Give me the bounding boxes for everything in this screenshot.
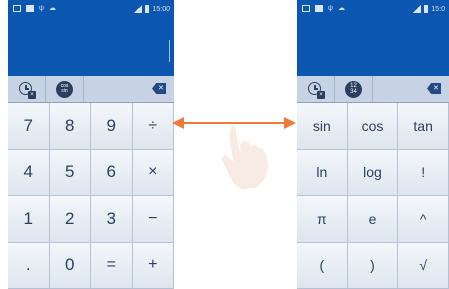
basic-mode-button[interactable]: 12 34	[335, 76, 373, 102]
key-1[interactable]: 1	[8, 196, 50, 243]
notification-icons: ψ ☁	[302, 5, 345, 12]
status-right: 15:0	[413, 5, 445, 13]
mode-icon-label-bottom: sin	[61, 88, 68, 94]
key-close-paren[interactable]: )	[347, 242, 399, 289]
key-decimal[interactable]: .	[8, 242, 50, 289]
key-0[interactable]: 0	[49, 242, 91, 289]
backspace-button[interactable]	[427, 83, 441, 94]
usb-icon: ψ	[39, 5, 44, 12]
key-e[interactable]: e	[347, 196, 399, 243]
backspace-button[interactable]	[152, 83, 166, 94]
left-calculator-screen: ψ ☁ 15:00 × cos sin 7 8 9 ÷	[8, 0, 174, 289]
key-multiply[interactable]: ×	[132, 149, 174, 196]
key-2[interactable]: 2	[49, 196, 91, 243]
key-divide[interactable]: ÷	[132, 103, 174, 150]
key-minus[interactable]: −	[132, 196, 174, 243]
calculator-display[interactable]	[8, 20, 174, 76]
status-bar: ψ ☁ 15:0	[297, 0, 449, 20]
key-9[interactable]: 9	[91, 103, 133, 150]
history-button[interactable]: ×	[8, 76, 46, 102]
key-factorial[interactable]: !	[398, 149, 449, 196]
key-8[interactable]: 8	[49, 103, 91, 150]
calculator-toolbar: × cos sin	[8, 76, 174, 103]
key-plus[interactable]: +	[132, 242, 174, 289]
key-power[interactable]: ^	[398, 196, 449, 243]
key-tan[interactable]: tan	[398, 103, 449, 150]
swipe-hand-icon	[221, 124, 269, 190]
signal-icon	[413, 5, 422, 13]
basic-keypad: 7 8 9 ÷ 4 5 6 × 1 2 3 − . 0 = +	[8, 103, 174, 289]
calculator-toolbar: × 12 34	[297, 76, 449, 103]
key-cos[interactable]: cos	[347, 103, 399, 150]
key-sqrt[interactable]: √	[398, 242, 449, 289]
status-bar: ψ ☁ 15:00	[8, 0, 174, 20]
key-4[interactable]: 4	[8, 149, 50, 196]
cloud-icon: ☁	[338, 5, 345, 12]
history-button[interactable]: ×	[297, 76, 335, 102]
key-equals[interactable]: =	[91, 242, 133, 289]
advanced-functions-icon: cos sin	[56, 80, 73, 98]
notification-icon	[302, 5, 310, 12]
text-cursor	[169, 40, 170, 62]
status-time: 15:0	[431, 5, 445, 13]
advanced-mode-button[interactable]: cos sin	[46, 76, 84, 102]
notification-icon	[13, 5, 21, 12]
key-ln[interactable]: ln	[297, 149, 348, 196]
history-clear-icon: ×	[308, 81, 325, 99]
key-6[interactable]: 6	[91, 149, 133, 196]
status-time: 15:00	[152, 5, 170, 13]
battery-icon	[145, 5, 150, 13]
advanced-keypad: sin cos tan ln log ! π e ^ ( ) √	[297, 103, 449, 289]
signal-icon	[134, 5, 143, 13]
notification-icon	[315, 5, 323, 12]
usb-icon: ψ	[328, 5, 333, 12]
key-pi[interactable]: π	[297, 196, 348, 243]
notification-icon	[26, 5, 34, 12]
key-open-paren[interactable]: (	[297, 242, 348, 289]
key-3[interactable]: 3	[91, 196, 133, 243]
status-right: 15:00	[134, 5, 170, 13]
key-log[interactable]: log	[347, 149, 399, 196]
key-5[interactable]: 5	[49, 149, 91, 196]
backspace-icon	[427, 83, 441, 94]
battery-icon	[424, 5, 429, 13]
key-7[interactable]: 7	[8, 103, 50, 150]
basic-numbers-icon: 12 34	[345, 80, 362, 98]
history-clear-icon: ×	[19, 81, 36, 99]
key-sin[interactable]: sin	[297, 103, 348, 150]
cloud-icon: ☁	[49, 5, 56, 12]
backspace-icon	[152, 83, 166, 94]
calculator-display[interactable]	[297, 20, 449, 76]
mode-icon-label-bottom: 34	[350, 89, 357, 95]
notification-icons: ψ ☁	[13, 5, 56, 12]
swipe-gesture	[172, 117, 296, 190]
right-calculator-screen: ψ ☁ 15:0 × 12 34 sin cos tan ln log	[297, 0, 449, 289]
